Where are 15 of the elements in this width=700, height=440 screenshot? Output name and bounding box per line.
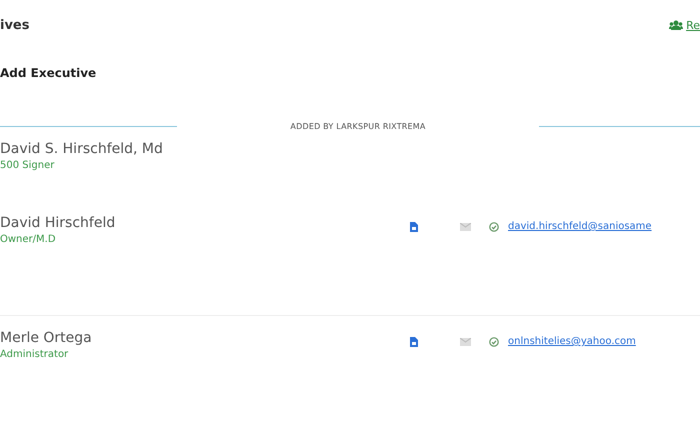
- executive-name: Merle Ortega: [0, 330, 93, 346]
- add-executive-button[interactable]: Add Executive: [0, 66, 96, 80]
- executive-role: 500 Signer: [0, 160, 56, 171]
- email-link[interactable]: onlnshitelies@yahoo.com: [508, 336, 636, 347]
- email-link[interactable]: david.hirschfeld@saniosame: [508, 221, 652, 232]
- people-icon: [669, 20, 684, 30]
- executive-role: Owner/M.D: [0, 234, 57, 245]
- section-label: ADDED BY LARKSPUR RIXTREMA: [290, 122, 426, 130]
- executive-name: David S. Hirschfeld, Md: [0, 141, 164, 157]
- executive-name: David Hirschfeld: [0, 215, 116, 231]
- page-title: ives: [0, 18, 30, 32]
- document-icon[interactable]: [410, 336, 418, 346]
- executive-role: Administrator: [0, 349, 70, 360]
- header-link[interactable]: Re: [669, 18, 700, 32]
- document-icon[interactable]: [410, 222, 418, 232]
